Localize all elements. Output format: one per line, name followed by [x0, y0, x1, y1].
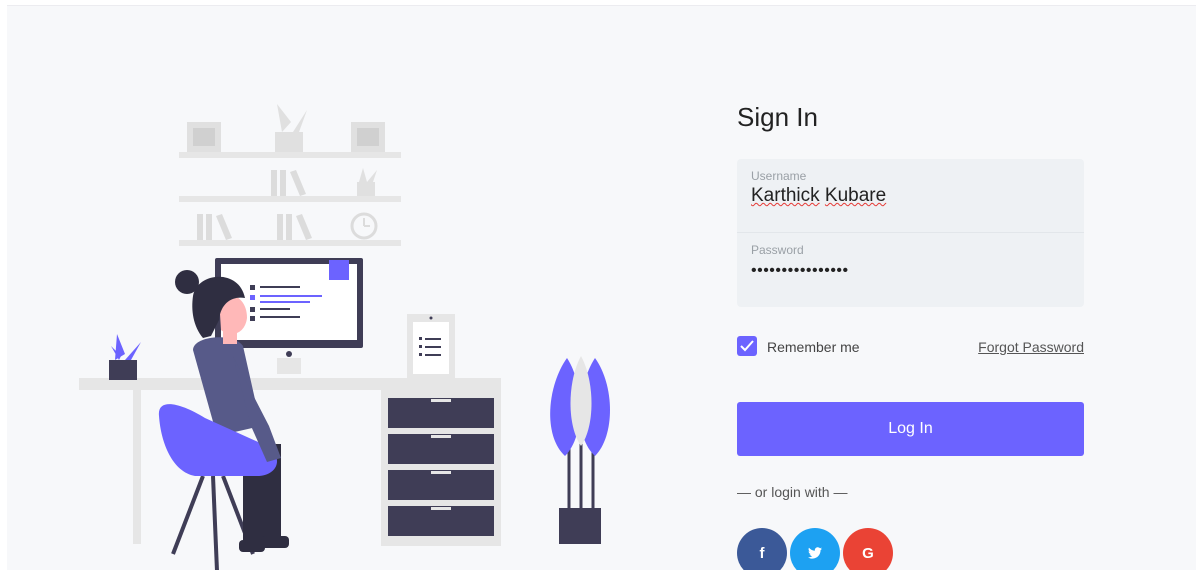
login-button[interactable]: Log In	[737, 402, 1084, 456]
workspace-illustration	[79, 104, 610, 570]
remember-checkbox[interactable]	[737, 336, 757, 356]
password-value[interactable]: ••••••••••••••••	[751, 262, 849, 280]
social-login: f G	[737, 528, 937, 570]
check-icon	[740, 340, 754, 352]
login-form: Sign In Username Karthick Kubare Passwor…	[737, 6, 1084, 570]
clock	[350, 212, 378, 240]
forgot-password-link[interactable]: Forgot Password	[978, 339, 1084, 355]
credentials-fields: Username Karthick Kubare Password ••••••…	[737, 159, 1084, 307]
or-login-with: — or login with —	[737, 484, 848, 500]
username-last: Kubare	[824, 185, 887, 206]
floor-plant	[550, 356, 610, 544]
small-plant	[357, 168, 377, 196]
google-login-button[interactable]: G	[843, 528, 893, 570]
page-title: Sign In	[737, 102, 818, 132]
login-options: Remember me Forgot Password	[737, 334, 1084, 358]
facebook-login-button[interactable]: f	[737, 528, 787, 570]
login-page: Sign In Username Karthick Kubare Passwor…	[7, 5, 1196, 570]
desk-plant	[109, 334, 141, 380]
password-label: Password	[751, 243, 804, 257]
remember-label: Remember me	[767, 339, 860, 355]
username-value[interactable]: Karthick Kubare	[751, 185, 886, 207]
password-field[interactable]: Password ••••••••••••••••	[737, 233, 1084, 307]
clipboard	[407, 314, 455, 380]
desk	[79, 378, 501, 546]
books	[197, 170, 312, 240]
facebook-icon: f	[759, 544, 765, 562]
twitter-login-button[interactable]	[790, 528, 840, 570]
google-icon: G	[862, 544, 874, 562]
username-field[interactable]: Username Karthick Kubare	[737, 159, 1084, 233]
username-first: Karthick	[751, 185, 820, 206]
twitter-icon	[808, 547, 822, 559]
username-label: Username	[751, 169, 807, 183]
shelf-plant	[275, 104, 307, 152]
